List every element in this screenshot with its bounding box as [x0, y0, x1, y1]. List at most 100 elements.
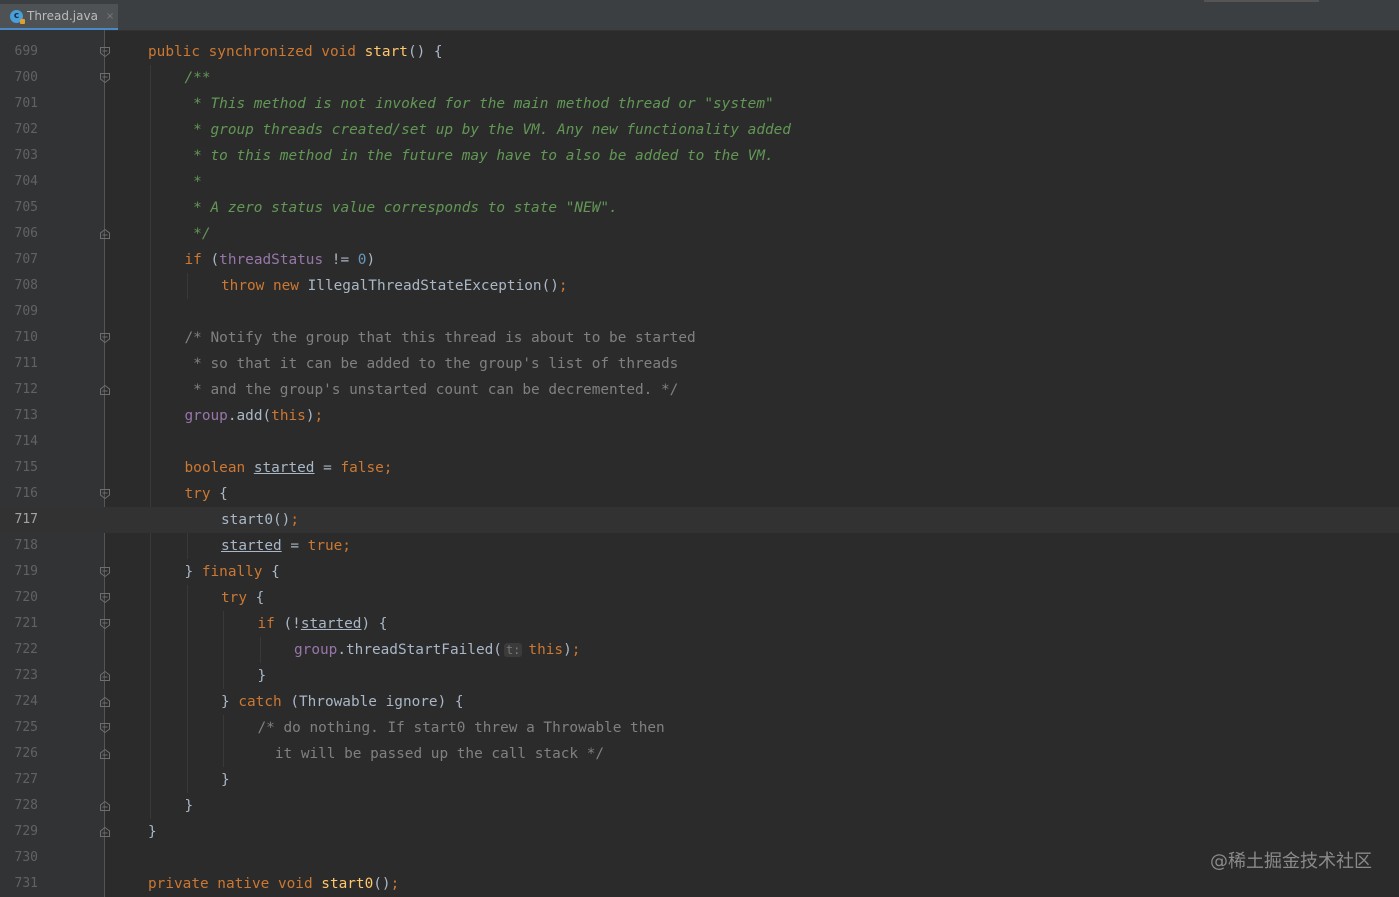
code-text: try {	[185, 481, 228, 507]
code-token: try	[221, 590, 256, 606]
code-text: } catch (Throwable ignore) {	[221, 689, 464, 715]
code-line[interactable]: 725 /* do nothing. If start0 threw a Thro…	[0, 715, 1399, 741]
code-line[interactable]: 727}	[0, 767, 1399, 793]
line-number: 703	[14, 148, 38, 163]
fold-start-icon[interactable]	[99, 722, 111, 734]
code-line[interactable]: 709	[0, 299, 1399, 325]
code-line[interactable]: 707 if (threadStatus != 0)	[0, 247, 1399, 273]
fold-end-icon[interactable]	[99, 670, 111, 682]
line-number: 725	[14, 720, 38, 735]
code-line[interactable]: 718 started = true;	[0, 533, 1399, 559]
code-line[interactable]: 714	[0, 429, 1399, 455]
code-line[interactable]: 723}	[0, 663, 1399, 689]
code-line[interactable]: 699 public synchronized void start() {	[0, 39, 1399, 65]
code-token: !=	[323, 252, 358, 268]
code-token: * group threads created/set up by the VM…	[184, 122, 791, 138]
code-line[interactable]: 703 * to this method in the future may h…	[0, 143, 1399, 169]
code-text: it will be passed up the call stack */	[258, 741, 604, 767]
fold-end-icon[interactable]	[99, 748, 111, 760]
code-text: * so that it can be added to the group's…	[185, 351, 678, 377]
fold-start-icon[interactable]	[99, 488, 111, 500]
code-line[interactable]: 715 boolean started = false;	[0, 455, 1399, 481]
code-line[interactable]: 731 private native void start0();	[0, 871, 1399, 897]
code-token: this	[528, 642, 564, 658]
fold-start-icon[interactable]	[99, 46, 111, 58]
code-line[interactable]: 711 * so that it can be added to the gro…	[0, 351, 1399, 377]
code-token: start0	[321, 876, 374, 892]
line-number: 712	[14, 382, 38, 397]
code-text: }	[221, 767, 230, 793]
code-line[interactable]: 706 */	[0, 221, 1399, 247]
code-text: *	[185, 169, 202, 195]
code-token: ;	[571, 642, 581, 658]
code-line[interactable]: 713 group.add(this);	[0, 403, 1399, 429]
line-number: 720	[14, 590, 38, 605]
tab-thread-java[interactable]: c Thread.java ×	[0, 4, 118, 30]
code-text: private native void start0();	[148, 871, 399, 897]
fold-end-icon[interactable]	[99, 826, 111, 838]
code-line[interactable]: 730	[0, 845, 1399, 871]
code-token: {	[255, 590, 265, 606]
code-token: ;	[390, 876, 400, 892]
line-number: 721	[14, 616, 38, 631]
code-line[interactable]: 704 *	[0, 169, 1399, 195]
code-line[interactable]: 719} finally {	[0, 559, 1399, 585]
code-token: =	[314, 460, 341, 476]
code-token: if	[184, 252, 211, 268]
tab-scroll-indicator	[1204, 0, 1319, 2]
code-line[interactable]: 716 try {	[0, 481, 1399, 507]
code-line[interactable]: 701 * This method is not invoked for the…	[0, 91, 1399, 117]
code-text: /**	[185, 65, 211, 91]
fold-end-icon[interactable]	[99, 800, 111, 812]
fold-start-icon[interactable]	[99, 592, 111, 604]
code-token: ;	[558, 278, 568, 294]
code-line[interactable]: 700 /**	[0, 65, 1399, 91]
line-number: 716	[14, 486, 38, 501]
code-token: false;	[340, 460, 393, 476]
code-line[interactable]: 726 it will be passed up the call stack …	[0, 741, 1399, 767]
fold-end-icon[interactable]	[99, 384, 111, 396]
line-number: 701	[14, 96, 38, 111]
fold-start-icon[interactable]	[99, 566, 111, 578]
close-icon[interactable]: ×	[106, 11, 114, 22]
code-token: start0()	[221, 512, 291, 528]
code-line[interactable]: 728}	[0, 793, 1399, 819]
line-number: 700	[14, 70, 38, 85]
line-number: 717	[14, 512, 38, 527]
code-token: }	[148, 824, 157, 840]
line-number: 723	[14, 668, 38, 683]
code-line[interactable]: 729}	[0, 819, 1399, 845]
code-token: * and the group's unstarted count can be…	[184, 382, 679, 398]
code-token: throw new	[221, 278, 308, 294]
code-line[interactable]: 721 if (!started) {	[0, 611, 1399, 637]
code-line[interactable]: 722 group.threadStartFailed(t: this);	[0, 637, 1399, 663]
code-token: *	[184, 174, 202, 190]
code-line[interactable]: 724} catch (Throwable ignore) {	[0, 689, 1399, 715]
code-line[interactable]: 708 throw new IllegalThreadStateException…	[0, 273, 1399, 299]
code-line[interactable]: 705 * A zero status value corresponds to…	[0, 195, 1399, 221]
code-text: * This method is not invoked for the mai…	[185, 91, 774, 117]
editor-tab-bar: c Thread.java ×	[0, 0, 1399, 31]
fold-start-icon[interactable]	[99, 618, 111, 630]
fold-start-icon[interactable]	[99, 72, 111, 84]
code-token: finally	[201, 564, 272, 580]
code-text: if (!started) {	[258, 611, 388, 637]
fold-start-icon[interactable]	[99, 332, 111, 344]
code-token: }	[221, 694, 239, 710]
code-editor[interactable]: 699 public synchronized void start() {700…	[0, 30, 1399, 897]
code-token: ()	[373, 876, 391, 892]
line-number: 711	[14, 356, 38, 371]
code-line[interactable]: 702 * group threads created/set up by th…	[0, 117, 1399, 143]
code-token: }	[221, 772, 230, 788]
code-line[interactable]: 720 try {	[0, 585, 1399, 611]
fold-end-icon[interactable]	[99, 696, 111, 708]
code-line[interactable]: 717 start0();	[0, 507, 1399, 533]
code-token: try	[184, 486, 220, 502]
code-line[interactable]: 712 * and the group's unstarted count ca…	[0, 377, 1399, 403]
code-text: boolean started = false;	[185, 455, 393, 481]
code-token: * A zero status value corresponds to sta…	[184, 200, 618, 216]
fold-end-icon[interactable]	[99, 228, 111, 240]
code-line[interactable]: 710 /* Notify the group that this thread …	[0, 325, 1399, 351]
code-token: {	[271, 564, 280, 580]
code-token: this	[271, 408, 306, 424]
